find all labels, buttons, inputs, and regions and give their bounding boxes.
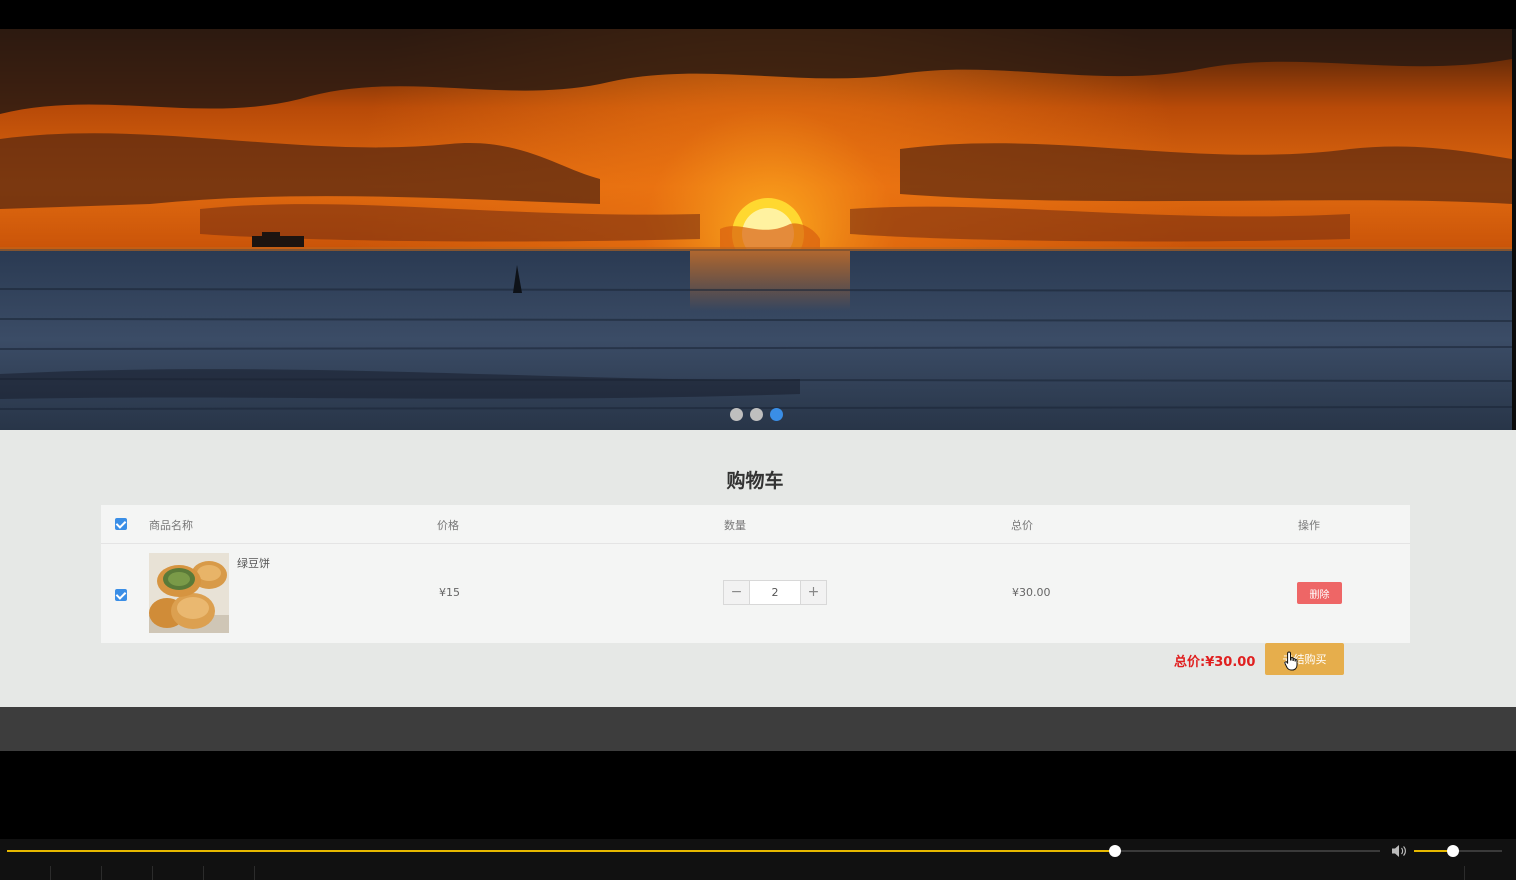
player-segment: [1414, 866, 1465, 880]
top-black-bar: [0, 0, 1516, 29]
quantity-input[interactable]: [750, 581, 800, 604]
carousel-dot-3[interactable]: [770, 408, 783, 421]
cart-table: 商品名称 价格 数量 总价 操作 绿豆饼 ¥15 − 2 + ¥30.00 删除: [101, 505, 1410, 643]
table-header: 商品名称 价格 数量 总价 操作: [101, 505, 1410, 544]
volume-slider[interactable]: [1414, 845, 1502, 857]
item-checkbox[interactable]: [115, 589, 127, 601]
player-segment: [51, 866, 102, 880]
player-segment: [102, 866, 153, 880]
sunset-sea-image: [0, 29, 1512, 430]
volume-handle[interactable]: [1447, 845, 1459, 857]
header-action: 操作: [1298, 519, 1320, 532]
carousel-dot-2[interactable]: [750, 408, 763, 421]
cart-title: 购物车: [726, 470, 784, 492]
select-all-checkbox[interactable]: [115, 518, 127, 530]
progress-bar[interactable]: [7, 845, 1380, 857]
carousel-indicators: [730, 408, 783, 421]
header-total: 总价: [1011, 519, 1033, 532]
item-subtotal: ¥30.00: [1012, 586, 1051, 599]
total-price-label: 总价:¥30.00: [1174, 655, 1256, 670]
video-player-controls: [0, 839, 1516, 880]
progress-fill: [7, 850, 1115, 852]
mooncake-image: [149, 553, 229, 633]
buy-button[interactable]: 去结购买: [1265, 643, 1344, 675]
hand-cursor-icon: [1284, 651, 1298, 671]
player-segment: [153, 866, 204, 880]
banner-carousel: [0, 29, 1512, 430]
increase-button[interactable]: +: [800, 581, 826, 604]
volume-icon[interactable]: [1391, 844, 1407, 858]
item-price: ¥15: [439, 586, 460, 599]
page-footer: [0, 707, 1516, 751]
player-segment: [0, 866, 51, 880]
quantity-stepper: − +: [723, 580, 827, 605]
product-name[interactable]: 绿豆饼: [237, 555, 270, 571]
decrease-button[interactable]: −: [724, 581, 750, 604]
player-segment: [204, 866, 255, 880]
progress-handle[interactable]: [1109, 845, 1121, 857]
header-qty: 数量: [724, 519, 746, 532]
delete-button[interactable]: 删除: [1297, 582, 1342, 604]
product-thumbnail[interactable]: [149, 553, 229, 633]
carousel-dot-1[interactable]: [730, 408, 743, 421]
header-name: 商品名称: [149, 519, 193, 532]
banner-edge: [1512, 29, 1516, 430]
header-price: 价格: [437, 519, 459, 532]
table-row: 绿豆饼 ¥15 − + ¥30.00 删除: [101, 544, 1410, 642]
